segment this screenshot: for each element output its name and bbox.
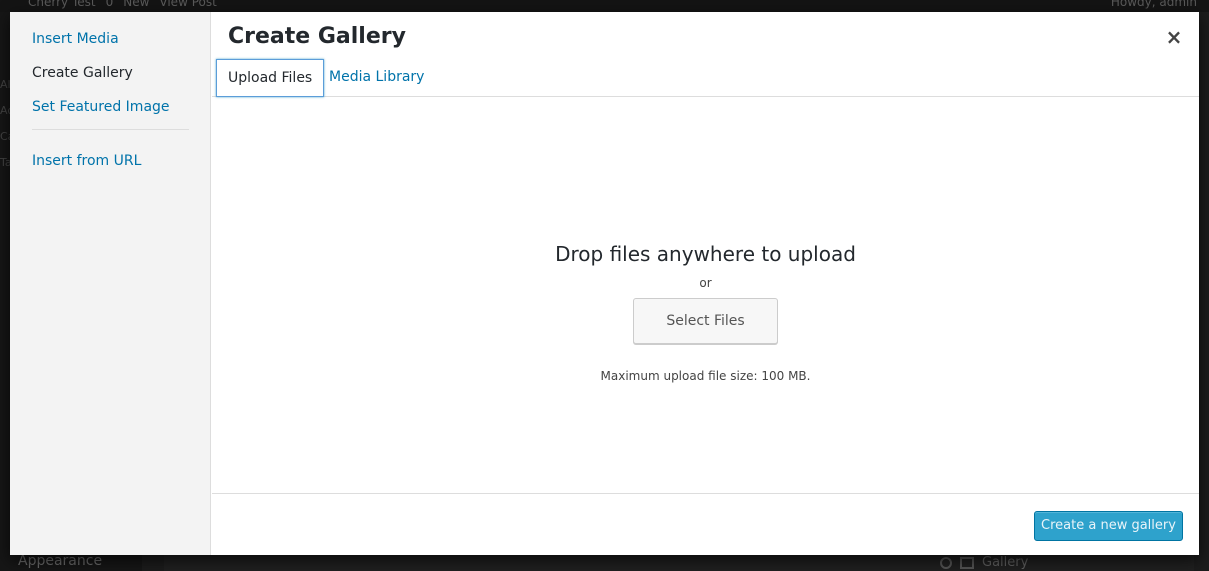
comments-count[interactable]: 0 (106, 0, 114, 9)
or-text: or (699, 276, 712, 290)
new-link[interactable]: New (123, 0, 149, 9)
background-content (164, 555, 1194, 571)
menu-item-insert-from-url[interactable]: Insert from URL (10, 151, 210, 185)
menu-item-create-gallery[interactable]: Create Gallery (10, 63, 210, 97)
upload-dropzone[interactable]: Drop files anywhere to upload or Select … (212, 97, 1199, 493)
media-toolbar: Create a new gallery (212, 493, 1199, 555)
gallery-icon (960, 556, 974, 569)
create-gallery-button[interactable]: Create a new gallery (1034, 511, 1183, 541)
menu-item-set-featured-image[interactable]: Set Featured Image (10, 97, 210, 131)
max-upload-size-text: Maximum upload file size: 100 MB. (600, 369, 811, 383)
view-post-link[interactable]: View Post (159, 0, 216, 9)
post-format-gallery: Gallery (940, 555, 1028, 570)
radio-icon (940, 556, 952, 569)
tab-upload-files[interactable]: Upload Files (216, 59, 325, 97)
close-icon[interactable]: × (1163, 26, 1185, 48)
post-format-gallery-label: Gallery (982, 555, 1029, 570)
drop-files-heading: Drop files anywhere to upload (555, 242, 856, 266)
media-router: Upload Files Media Library (212, 59, 1199, 97)
menu-item-insert-media[interactable]: Insert Media (10, 29, 210, 63)
sidebar-item-appearance: Appearance (18, 553, 103, 569)
howdy-greeting[interactable]: Howdy, admin (1111, 0, 1197, 9)
admin-bar: Cherry Test 0 New View Post Howdy, admin (0, 0, 1209, 12)
media-menu: Insert Media Create Gallery Set Featured… (10, 12, 211, 555)
menu-separator (32, 129, 189, 130)
media-modal: Insert Media Create Gallery Set Featured… (10, 12, 1199, 555)
modal-title: Create Gallery (228, 24, 406, 49)
tab-media-library[interactable]: Media Library (318, 59, 435, 97)
select-files-button[interactable]: Select Files (633, 298, 778, 344)
site-name-link[interactable]: Cherry Test (28, 0, 96, 9)
